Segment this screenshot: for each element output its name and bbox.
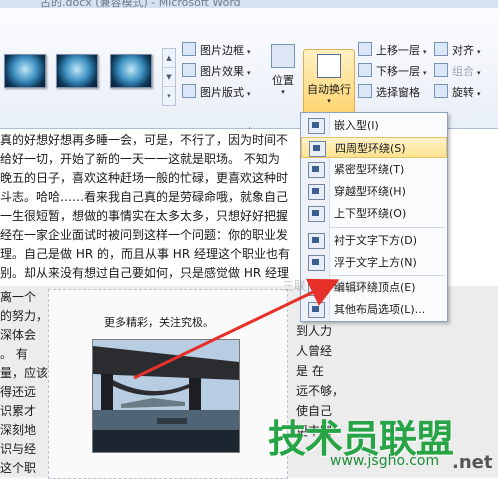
annotation-arrow	[133, 278, 340, 380]
site-logo-suffix: .net	[452, 452, 493, 473]
site-logo-url: www.jsgho.com	[330, 453, 440, 469]
